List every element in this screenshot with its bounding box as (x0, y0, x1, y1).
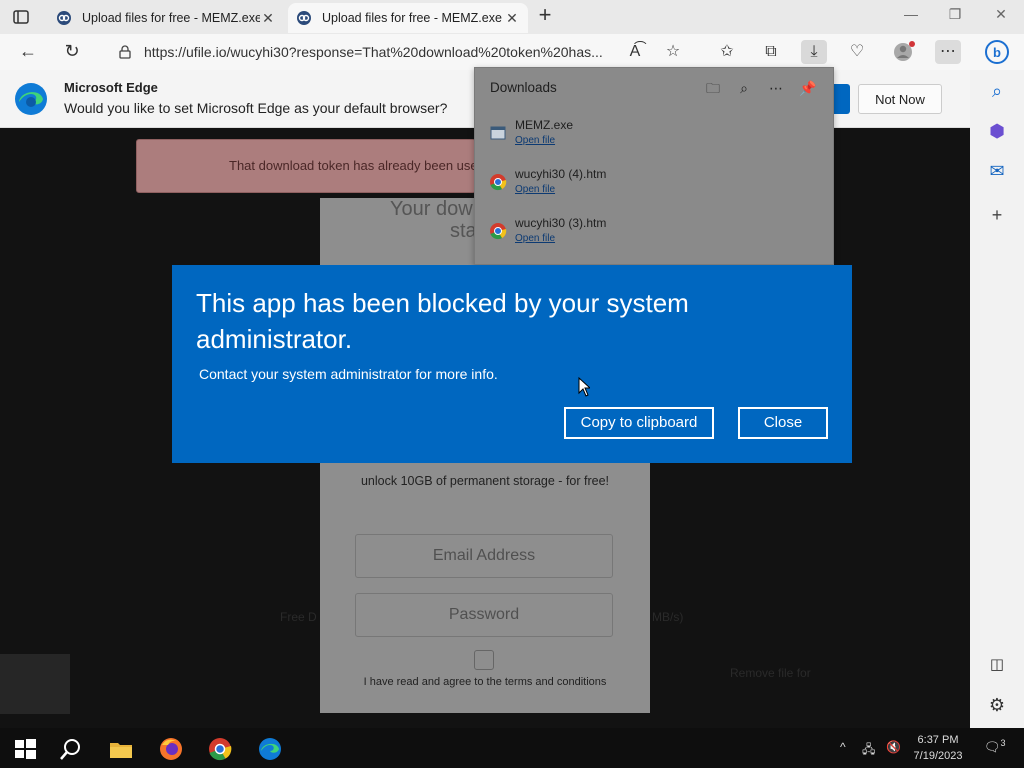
download-item[interactable]: wucyhi30 (3).htm Open file (489, 216, 819, 256)
profile-avatar[interactable] (890, 40, 916, 64)
tab-strip: Upload files for free - MEMZ.exe ✕ Uploa… (0, 0, 1024, 34)
notification-center-icon[interactable]: 🗨3 (984, 738, 1006, 754)
back-icon[interactable]: ← (16, 40, 40, 64)
downloads-icon[interactable]: ⤓ (801, 40, 827, 64)
card-heading-2: sta (450, 220, 477, 242)
collections-icon[interactable]: ⧉ (758, 40, 784, 64)
notification-count: 3 (1000, 738, 1006, 748)
edge-logo-icon (15, 83, 47, 115)
download-filename: wucyhi30 (4).htm (515, 167, 607, 181)
favorite-star-icon[interactable]: ☆ (660, 40, 686, 64)
edge-sidebar: ⌕ ⬢ ✉ + ◫ ⚙ (970, 70, 1024, 728)
terms-label: I have read and agree to the terms and c… (363, 676, 607, 688)
tab-upload-files-2[interactable]: Upload files for free - MEMZ.exe ✕ (288, 3, 528, 33)
edge-icon[interactable] (257, 736, 283, 762)
read-aloud-icon[interactable]: A͡ (622, 40, 648, 64)
window-close-icon[interactable]: ✕ (986, 6, 1016, 26)
email-field[interactable]: Email Address (355, 534, 613, 578)
promo-text: unlock 10GB of permanent storage - for f… (360, 474, 610, 488)
exe-file-icon (490, 126, 506, 140)
firefox-icon[interactable] (158, 736, 184, 762)
downloads-title: Downloads (490, 80, 557, 95)
address-bar[interactable]: https://ufile.io/wucyhi30?response=That%… (108, 38, 708, 66)
browser-essentials-icon[interactable]: ♡ (844, 40, 870, 64)
search-icon[interactable]: ⌕ (986, 80, 1008, 102)
add-icon[interactable]: + (986, 204, 1008, 226)
navigation-bar: ← ↻ https://ufile.io/wucyhi30?response=T… (0, 34, 1024, 70)
settings-more-icon[interactable]: ⋯ (935, 40, 961, 64)
folder-icon[interactable]: 🗀 (703, 78, 723, 98)
minimize-icon[interactable]: — (896, 6, 926, 26)
refresh-icon[interactable]: ↻ (60, 40, 84, 64)
downloads-flyout: Downloads 🗀 ⌕ ⋯ 📌 MEMZ.exe Open file wuc… (474, 67, 834, 265)
download-filename: MEMZ.exe (515, 118, 574, 132)
dialog-title: This app has been blocked by your system… (196, 288, 689, 354)
clock-time: 6:37 PM (917, 734, 959, 746)
show-hidden-icons-chevron-icon[interactable]: ^ (840, 740, 846, 756)
banner-title: Microsoft Edge (64, 80, 158, 95)
clock-date: 7/19/2023 (913, 750, 963, 762)
more-options-icon[interactable]: ⋯ (766, 78, 786, 98)
network-icon[interactable]: 🖧 (862, 740, 875, 756)
copy-to-clipboard-button[interactable]: Copy to clipboard (564, 407, 714, 439)
close-button[interactable]: Close (738, 407, 828, 439)
office-icon[interactable]: ⬢ (986, 120, 1008, 142)
card-heading: Your dow (390, 198, 473, 220)
open-file-link[interactable]: Open file (515, 135, 555, 146)
restore-icon[interactable]: ❐ (940, 6, 970, 26)
tab-upload-files-1[interactable]: Upload files for free - MEMZ.exe ✕ (48, 3, 284, 33)
tab-actions-icon[interactable] (12, 8, 30, 26)
ufile-favicon-icon (57, 11, 71, 25)
windows-start-icon[interactable] (12, 736, 38, 762)
alert-text: That download token has already been use (229, 158, 478, 173)
chrome-icon[interactable] (207, 736, 233, 762)
recaptcha-badge (0, 654, 70, 714)
close-tab-icon[interactable]: ✕ (260, 10, 276, 27)
faint-text-right: MB/s) (652, 610, 684, 624)
taskbar: ^ 🖧 🔇 6:37 PM 7/19/2023 🗨3 (0, 728, 1024, 768)
close-tab-icon[interactable]: ✕ (504, 10, 520, 27)
mouse-pointer-icon (578, 377, 590, 397)
download-item[interactable]: wucyhi30 (4).htm Open file (489, 167, 819, 207)
banner-message: Would you like to set Microsoft Edge as … (64, 100, 448, 116)
error-alert: That download token has already been use (136, 139, 478, 193)
not-now-button[interactable]: Not Now (858, 84, 942, 114)
bing-copilot-icon[interactable]: b (984, 40, 1010, 64)
chrome-file-icon (490, 174, 507, 191)
svg-text:b: b (993, 45, 1001, 60)
chrome-file-icon (490, 223, 507, 240)
favorites-icon[interactable]: ✩ (714, 40, 740, 64)
download-item[interactable]: MEMZ.exe Open file (489, 118, 819, 158)
ufile-favicon-icon (297, 11, 311, 25)
pin-icon[interactable]: 📌 (798, 78, 818, 98)
sidebar-toggle-icon[interactable]: ◫ (986, 654, 1008, 676)
volume-muted-icon[interactable]: 🔇 (886, 740, 901, 756)
remove-file-link[interactable]: Remove file for (730, 666, 811, 680)
app-blocked-dialog: This app has been blocked by your system… (172, 265, 852, 463)
tab-title: Upload files for free - MEMZ.exe (82, 11, 260, 25)
faint-text-left: Free D (280, 610, 317, 624)
outlook-icon[interactable]: ✉ (986, 160, 1008, 182)
download-filename: wucyhi30 (3).htm (515, 216, 607, 230)
file-explorer-icon[interactable] (108, 736, 134, 762)
password-field[interactable]: Password (355, 593, 613, 637)
open-file-link[interactable]: Open file (515, 184, 555, 195)
terms-checkbox[interactable] (474, 650, 494, 670)
tab-title: Upload files for free - MEMZ.exe (322, 11, 502, 25)
lock-icon[interactable] (118, 45, 132, 59)
clock[interactable]: 6:37 PM 7/19/2023 (906, 732, 970, 764)
dialog-subtitle: Contact your system administrator for mo… (199, 366, 498, 382)
search-icon[interactable] (58, 736, 84, 762)
search-downloads-icon[interactable]: ⌕ (734, 78, 754, 98)
new-tab-icon[interactable]: + (534, 4, 556, 27)
gear-icon[interactable]: ⚙ (986, 694, 1008, 716)
open-file-link[interactable]: Open file (515, 233, 555, 244)
